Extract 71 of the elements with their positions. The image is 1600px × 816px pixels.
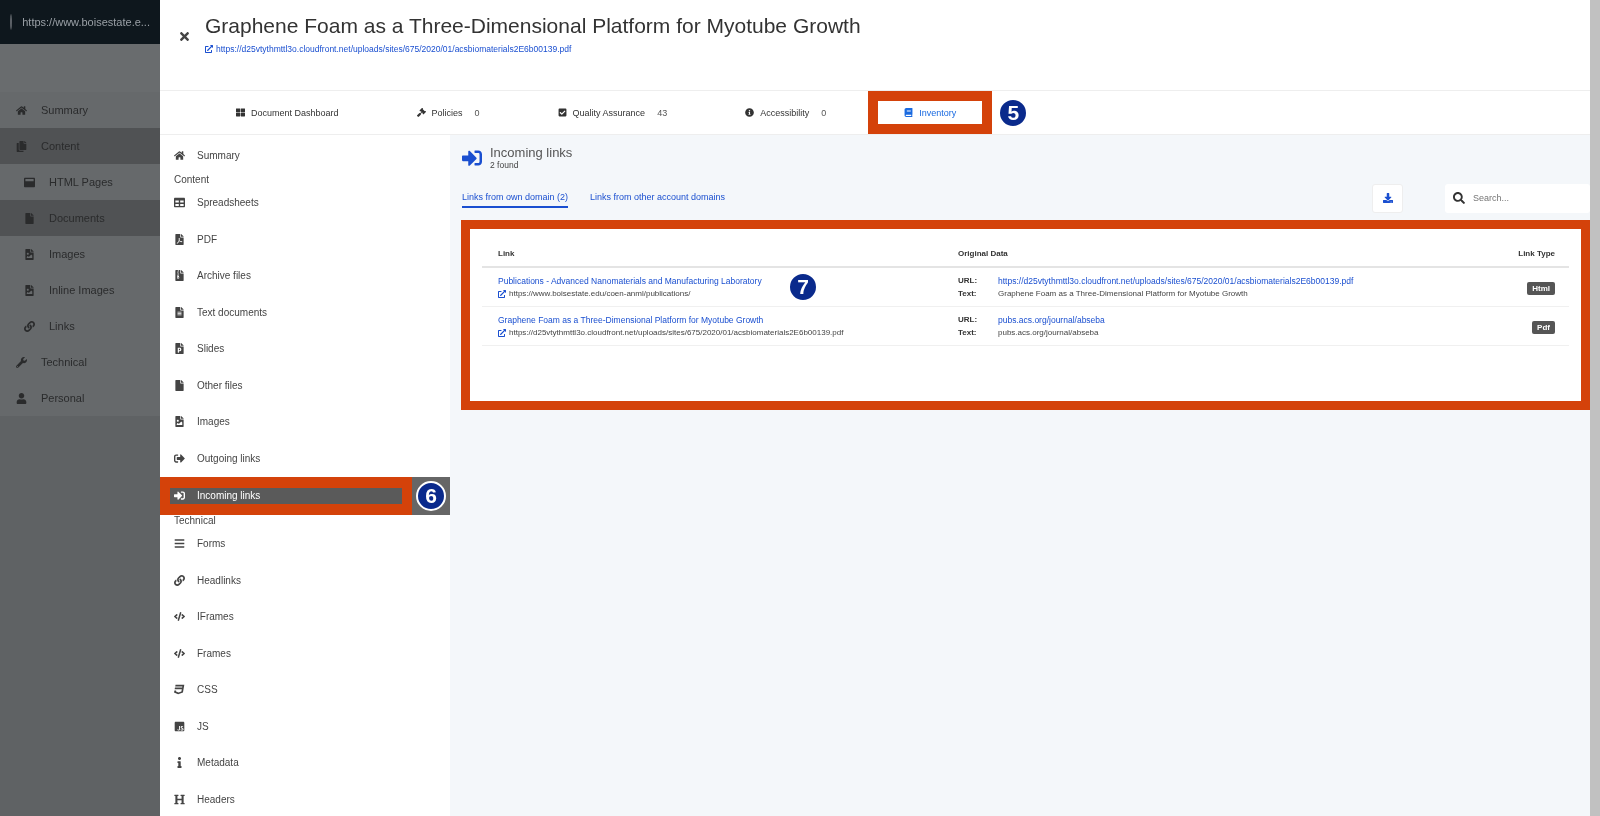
- archive-file-icon: [174, 270, 185, 282]
- wrench-icon: [16, 356, 27, 368]
- document-title: Graphene Foam as a Three-Dimensional Platform for Myotube Growth: [205, 14, 861, 38]
- css-icon: [174, 684, 185, 696]
- home-icon: [174, 149, 185, 161]
- heading-icon: [174, 793, 185, 805]
- download-icon: [1382, 193, 1393, 203]
- image-file-icon: [24, 248, 35, 260]
- field-value: pubs.acs.org/journal/abseba: [998, 328, 1099, 337]
- user-icon: [16, 392, 27, 404]
- section-heading: Technical: [173, 514, 217, 526]
- search-field[interactable]: Search...: [1445, 183, 1590, 213]
- info-icon: [174, 757, 185, 769]
- column-header: Link: [482, 239, 942, 268]
- url-link[interactable]: https://d25vtythmttl3o.cloudfront.net/uploads/sites/675/2020/01/acsbiomaterials2E6b00139.pdf: [998, 276, 1354, 286]
- close-icon: [178, 30, 191, 43]
- link-icon: [24, 320, 35, 332]
- image-file-icon: [24, 284, 35, 296]
- window-icon: [24, 176, 35, 188]
- info-icon: [745, 108, 755, 117]
- link-icon: [174, 574, 185, 586]
- site-url: https://www.boisestate.e...: [22, 16, 150, 28]
- file-icon: [24, 212, 35, 224]
- code-icon: [174, 647, 185, 659]
- text-file-icon: [174, 306, 185, 318]
- grid-icon: [236, 108, 245, 117]
- sidebar-item[interactable]: Incoming links: [170, 487, 402, 504]
- copy-icon: [16, 140, 27, 152]
- column-header: Link Type: [1489, 239, 1569, 268]
- field-label: Text:: [958, 328, 978, 337]
- sign-in-icon: [174, 490, 185, 501]
- link-url: https://www.boisestate.edu/coen-anml/publications/: [509, 289, 691, 298]
- field-value: Graphene Foam as a Three-Dimensional Platform for Myotube Growth: [998, 289, 1248, 298]
- table-icon: [174, 197, 185, 209]
- callout-badge: 5: [998, 97, 1029, 128]
- external-link-icon: [498, 328, 506, 337]
- book-icon: [904, 108, 914, 117]
- js-icon: [174, 720, 185, 732]
- link-url: https://d25vtythmttl3o.cloudfront.net/uploads/sites/675/2020/01/acsbiomaterials2E6b00139.pdf: [509, 328, 844, 337]
- pdf-file-icon: [174, 233, 185, 245]
- panel-title: Incoming links: [490, 145, 573, 160]
- field-label: URL:: [958, 276, 979, 286]
- link-type-tag: Html: [1527, 282, 1555, 295]
- section-heading: Content: [173, 173, 211, 185]
- result-count: 2 found: [490, 160, 520, 170]
- slides-file-icon: [174, 343, 185, 355]
- url-link[interactable]: pubs.acs.org/journal/abseba: [998, 315, 1105, 325]
- tab[interactable]: Links from other account domains: [590, 188, 726, 208]
- code-icon: [174, 611, 185, 623]
- external-link-icon: [498, 289, 506, 298]
- link-title[interactable]: Graphene Foam as a Three-Dimensional Platform for Myotube Growth: [498, 315, 942, 325]
- callout-badge: 7: [788, 272, 818, 302]
- field-label: Text:: [958, 289, 978, 298]
- menu-icon: [174, 538, 185, 550]
- home-icon: [16, 104, 27, 116]
- column-header: Original Data: [942, 239, 1489, 268]
- document-link[interactable]: https://d25vtythmttl3o.cloudfront.net/uploads/sites/675/2020/01/acsbiomaterials2E6b00139.pdf: [205, 44, 861, 54]
- checkbox-icon: [557, 108, 567, 117]
- sign-out-icon: [174, 452, 185, 464]
- image-file-icon: [174, 416, 185, 428]
- close-button[interactable]: [178, 30, 191, 43]
- search-icon: [1453, 191, 1465, 204]
- file-icon: [174, 379, 185, 391]
- field-label: URL:: [958, 315, 979, 325]
- download-button[interactable]: [1372, 183, 1403, 213]
- tab[interactable]: Links from own domain (2): [462, 188, 569, 208]
- external-link-icon: [205, 45, 213, 53]
- gavel-icon: [416, 108, 426, 117]
- tab[interactable]: Inventory: [868, 91, 993, 134]
- link-type-tag: Pdf: [1532, 321, 1555, 334]
- callout-badge: 6: [416, 480, 446, 511]
